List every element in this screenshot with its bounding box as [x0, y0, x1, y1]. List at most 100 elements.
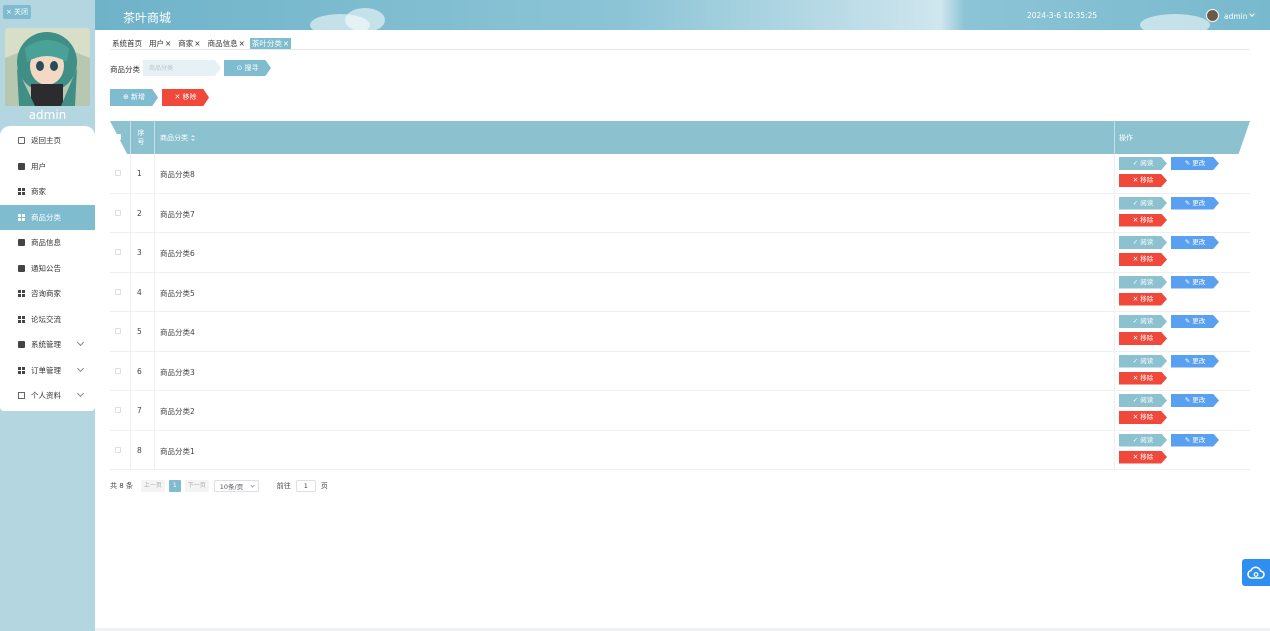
sidebar-item-product-info[interactable]: 商品信息 [0, 230, 95, 256]
sidebar-item-home[interactable]: 返回主页 [0, 128, 95, 154]
edit-button[interactable]: ✎ 更改 [1171, 433, 1219, 447]
tab-home[interactable]: 系统首页 [110, 38, 144, 49]
row-category-name: 商品分类8 [160, 170, 195, 179]
row-category-name: 商品分类5 [160, 288, 195, 298]
row-checkbox[interactable] [115, 209, 121, 216]
pagination: 共 8 条 上一页 1 下一页 10条/页 前往 1 页 [110, 480, 328, 492]
add-button[interactable]: ⊕ 新增 [110, 89, 158, 106]
close-icon[interactable]: × [194, 39, 200, 48]
row-index: 1 [137, 169, 142, 178]
row-remove-button[interactable]: ✕ 移除 [1119, 332, 1167, 345]
row-remove-button[interactable]: ✕ 移除 [1119, 411, 1167, 424]
column-divider [154, 154, 155, 193]
search-input[interactable] [143, 60, 221, 76]
close-icon[interactable]: × [239, 39, 245, 48]
row-remove-button[interactable]: ✕ 移除 [1119, 450, 1167, 464]
edit-button[interactable]: ✎ 更改 [1171, 236, 1219, 249]
header-avatar[interactable] [1206, 9, 1219, 22]
column-divider [154, 430, 155, 469]
sort-icon[interactable] [191, 134, 195, 141]
chevron-down-icon [76, 338, 85, 347]
table-row: 8 商品分类1 ✓ 阅读 ✎ 更改 ✕ 移除 [110, 430, 1250, 470]
row-remove-button[interactable]: ✕ 移除 [1119, 292, 1167, 306]
sidebar-item-notices[interactable]: 通知公告 [0, 256, 95, 282]
view-button[interactable]: ✓ 阅读 [1119, 196, 1167, 210]
row-checkbox[interactable] [115, 288, 121, 295]
column-divider [154, 312, 155, 351]
sidebar-item-users[interactable]: 用户 [0, 154, 95, 180]
row-checkbox[interactable] [115, 328, 121, 334]
edit-button[interactable]: ✎ 更改 [1171, 394, 1219, 407]
cloud-icon [1247, 566, 1265, 579]
column-header-label: 商品分类 [160, 133, 188, 142]
sidebar-item-label: 商品信息 [31, 238, 61, 248]
edit-button[interactable]: ✎ 更改 [1171, 196, 1219, 210]
edit-button[interactable]: ✎ 更改 [1171, 157, 1219, 170]
grid-icon [18, 213, 25, 221]
select-all-checkbox[interactable] [115, 134, 121, 140]
tab-tea-category[interactable]: 茶叶分类× [249, 38, 292, 49]
column-divider [1114, 121, 1115, 154]
chevron-down-icon[interactable] [1249, 11, 1255, 17]
view-button[interactable]: ✓ 阅读 [1119, 157, 1167, 170]
tab-merchants[interactable]: 商家× [176, 38, 202, 49]
page-size-select[interactable]: 10条/页 [213, 480, 259, 492]
row-remove-button[interactable]: ✕ 移除 [1119, 213, 1167, 227]
card-icon [18, 392, 25, 400]
row-checkbox[interactable] [115, 249, 121, 255]
close-icon[interactable]: × [283, 39, 289, 48]
row-remove-button[interactable]: ✕ 移除 [1119, 174, 1167, 187]
page-number-button[interactable]: 1 [168, 480, 181, 492]
sidebar-item-consult-merchant[interactable]: 咨询商家 [0, 281, 95, 307]
sidebar-item-product-category[interactable]: 商品分类 [0, 204, 95, 230]
view-button[interactable]: ✓ 阅读 [1119, 394, 1167, 407]
row-checkbox[interactable] [115, 170, 121, 176]
edit-button[interactable]: ✎ 更改 [1171, 315, 1219, 328]
close-icon[interactable]: × [165, 39, 171, 48]
row-category-name: 商品分类3 [160, 367, 195, 377]
search-button[interactable]: ⊙ 搜寻 [224, 60, 271, 76]
column-divider [154, 351, 155, 390]
view-button[interactable]: ✓ 阅读 [1119, 236, 1167, 249]
view-button[interactable]: ✓ 阅读 [1119, 354, 1167, 368]
edit-button[interactable]: ✎ 更改 [1171, 275, 1219, 289]
row-checkbox[interactable] [115, 446, 121, 453]
chevron-down-icon [250, 483, 255, 488]
sidebar-item-profile[interactable]: 个人资料 [0, 383, 95, 409]
cloud-float-button[interactable] [1242, 559, 1270, 586]
close-sidebar-button[interactable]: × 关闭 [3, 5, 31, 19]
view-button[interactable]: ✓ 阅读 [1119, 433, 1167, 447]
remove-button[interactable]: ✕ 移除 [162, 89, 209, 106]
column-header-name[interactable]: 商品分类 [160, 121, 195, 154]
header-username[interactable]: admin [1224, 12, 1248, 21]
prev-page-button[interactable]: 上一页 [140, 480, 165, 492]
goto-page-input[interactable]: 1 [295, 480, 316, 492]
header-datetime: 2024-3-6 10:35:25 [1027, 11, 1098, 20]
tab-label: 商家 [178, 39, 194, 48]
sidebar-item-system[interactable]: 系统管理 [0, 332, 95, 358]
row-checkbox[interactable] [115, 407, 121, 413]
chevron-down-icon [76, 389, 85, 398]
edit-button[interactable]: ✎ 更改 [1171, 354, 1219, 368]
sidebar-item-merchants[interactable]: 商家 [0, 179, 95, 205]
row-checkbox[interactable] [115, 367, 121, 374]
row-remove-button[interactable]: ✕ 移除 [1119, 253, 1167, 266]
sidebar-item-label: 商家 [31, 187, 46, 197]
tab-divider [110, 49, 1250, 50]
column-header-ops: 操作 [1119, 133, 1133, 142]
sidebar-item-forum[interactable]: 论坛交流 [0, 307, 95, 333]
sidebar-item-label: 系统管理 [31, 340, 61, 350]
column-divider [154, 391, 155, 430]
table-row: 6 商品分类3 ✓ 阅读 ✎ 更改 ✕ 移除 [110, 351, 1250, 391]
column-divider [130, 272, 131, 311]
tab-product-info[interactable]: 商品信息× [206, 38, 247, 49]
view-button[interactable]: ✓ 阅读 [1119, 315, 1167, 328]
sidebar-item-orders[interactable]: 订单管理 [0, 358, 95, 384]
box-icon [18, 239, 25, 247]
next-page-button[interactable]: 下一页 [184, 480, 209, 492]
view-button[interactable]: ✓ 阅读 [1119, 275, 1167, 289]
app-title: 茶叶商城 [123, 11, 172, 25]
column-divider [130, 312, 131, 351]
row-remove-button[interactable]: ✕ 移除 [1119, 371, 1167, 385]
tab-users[interactable]: 用户× [147, 38, 173, 49]
